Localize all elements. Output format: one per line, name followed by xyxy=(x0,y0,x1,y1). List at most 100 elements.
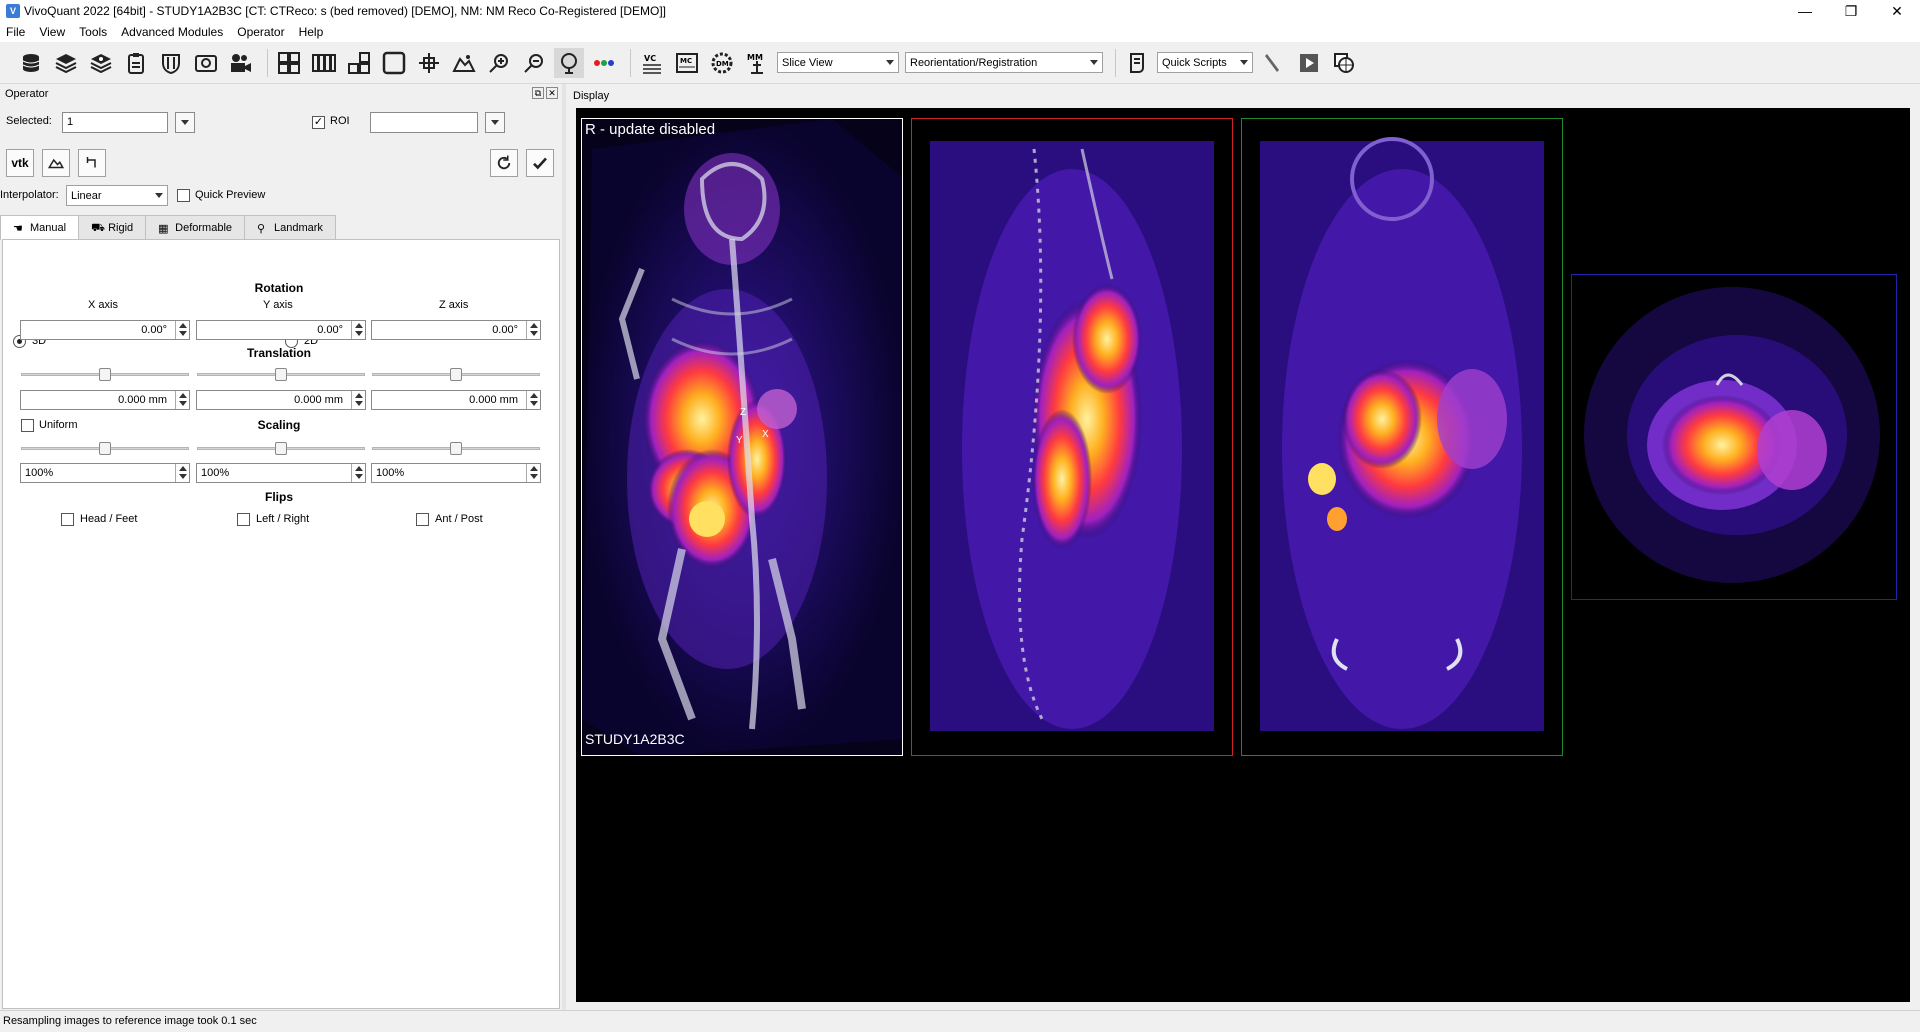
quick-scripts-select[interactable]: Quick Scripts xyxy=(1157,52,1253,73)
crosshair-icon[interactable] xyxy=(414,48,444,78)
close-button[interactable]: ✕ xyxy=(1874,0,1920,22)
spin-arrows-icon[interactable] xyxy=(351,321,365,339)
spin-arrows-icon[interactable] xyxy=(175,391,189,409)
rotation-z-spinbox[interactable]: 0.00° xyxy=(371,320,541,340)
colors-icon[interactable] xyxy=(589,48,619,78)
selected-field[interactable]: 1 xyxy=(62,112,168,133)
spin-arrows-icon[interactable] xyxy=(351,391,365,409)
roi-checkbox[interactable]: ✓ xyxy=(312,116,325,129)
reslice-button[interactable] xyxy=(42,149,70,177)
mc-icon[interactable]: MC xyxy=(672,48,702,78)
translation-z-slider[interactable] xyxy=(372,441,540,455)
grid-columns-icon[interactable] xyxy=(309,48,339,78)
rotation-y-spinbox[interactable]: 0.00° xyxy=(196,320,366,340)
scaling-x-spinbox[interactable]: 100% xyxy=(20,463,190,483)
grid-mixed-icon[interactable] xyxy=(344,48,374,78)
play-icon[interactable] xyxy=(1294,48,1324,78)
rotation-z-slider[interactable] xyxy=(372,367,540,381)
translation-x-spinbox[interactable]: 0.000 mm xyxy=(20,390,190,410)
zoom-in-icon[interactable] xyxy=(484,48,514,78)
view-mode-select[interactable]: Slice View xyxy=(777,52,899,73)
single-view-icon[interactable] xyxy=(379,48,409,78)
tab-manual[interactable]: ☚ Manual xyxy=(0,215,80,240)
scaling-y-spinbox[interactable]: 100% xyxy=(196,463,366,483)
selected-dropdown-button[interactable] xyxy=(175,112,195,133)
grid-4-icon[interactable] xyxy=(274,48,304,78)
rotation-x-slider[interactable] xyxy=(21,367,189,381)
menu-view[interactable]: View xyxy=(39,25,65,39)
reset-button[interactable] xyxy=(490,149,518,177)
menu-advanced-modules[interactable]: Advanced Modules xyxy=(121,25,223,39)
tab-rigid[interactable]: ⛟ Rigid xyxy=(78,215,147,239)
layers-icon[interactable] xyxy=(51,48,81,78)
rotation-z-value: 0.00° xyxy=(492,324,518,336)
database-icon[interactable] xyxy=(16,48,46,78)
slider-thumb[interactable] xyxy=(450,442,462,455)
flip-ant-post-checkbox[interactable] xyxy=(416,513,429,526)
spin-arrows-icon[interactable] xyxy=(526,391,540,409)
axis-label-y: Y xyxy=(736,435,743,446)
translation-z-spinbox[interactable]: 0.000 mm xyxy=(371,390,541,410)
reslice-icon xyxy=(47,158,65,169)
menu-help[interactable]: Help xyxy=(299,25,324,39)
quick-preview-checkbox[interactable] xyxy=(177,189,190,202)
vtk-button[interactable]: vtk xyxy=(6,149,34,177)
menu-tools[interactable]: Tools xyxy=(79,25,107,39)
slider-thumb[interactable] xyxy=(99,368,111,381)
mask-icon[interactable] xyxy=(156,48,186,78)
undo-transform-button[interactable] xyxy=(78,149,106,177)
translation-x-slider[interactable] xyxy=(21,441,189,455)
menu-file[interactable]: File xyxy=(6,25,25,39)
tab-deformable[interactable]: ▦ Deformable xyxy=(145,215,246,239)
spin-arrows-icon[interactable] xyxy=(351,464,365,482)
panel-splitter[interactable] xyxy=(562,84,566,1010)
viewport-coronal[interactable] xyxy=(1241,118,1563,756)
display-label: Display xyxy=(573,90,610,102)
close-panel-button[interactable]: ✕ xyxy=(546,87,558,99)
spin-arrows-icon[interactable] xyxy=(526,321,540,339)
viewport-sagittal[interactable] xyxy=(911,118,1233,756)
slider-thumb[interactable] xyxy=(275,442,287,455)
camera-icon[interactable] xyxy=(226,48,256,78)
script-icon[interactable] xyxy=(1122,48,1152,78)
screenshot-icon[interactable] xyxy=(191,48,221,78)
flip-left-right-checkbox[interactable] xyxy=(237,513,250,526)
scaling-z-spinbox[interactable]: 100% xyxy=(371,463,541,483)
axis-label-x: X xyxy=(762,429,769,440)
translation-y-value: 0.000 mm xyxy=(294,394,343,406)
rotation-y-slider[interactable] xyxy=(197,367,365,381)
clipboard-icon[interactable] xyxy=(121,48,151,78)
interpolator-select[interactable]: Linear xyxy=(66,185,168,206)
translation-y-slider[interactable] xyxy=(197,441,365,455)
roi-field[interactable] xyxy=(370,112,478,133)
rotation-x-spinbox[interactable]: 0.00° xyxy=(20,320,190,340)
pen-icon[interactable] xyxy=(1259,48,1289,78)
slider-thumb[interactable] xyxy=(275,368,287,381)
minimize-button[interactable]: — xyxy=(1782,0,1828,22)
slider-thumb[interactable] xyxy=(450,368,462,381)
layers-add-icon[interactable] xyxy=(86,48,116,78)
dm-icon[interactable]: DM xyxy=(707,48,737,78)
float-panel-button[interactable]: ⧉ xyxy=(532,87,544,99)
translation-y-spinbox[interactable]: 0.000 mm xyxy=(196,390,366,410)
tab-landmark[interactable]: ⚲ Landmark xyxy=(244,215,336,239)
slider-thumb[interactable] xyxy=(99,442,111,455)
roi-dropdown-button[interactable] xyxy=(485,112,505,133)
spin-arrows-icon[interactable] xyxy=(175,321,189,339)
spin-arrows-icon[interactable] xyxy=(175,464,189,482)
flythrough-icon[interactable] xyxy=(449,48,479,78)
apply-button[interactable] xyxy=(526,149,554,177)
zoom-out-icon[interactable] xyxy=(519,48,549,78)
pan-icon[interactable] xyxy=(554,47,584,78)
viewport-axial[interactable] xyxy=(1571,274,1897,600)
module-select[interactable]: Reorientation/Registration xyxy=(905,52,1103,73)
vc-icon[interactable]: VC xyxy=(637,48,667,78)
globe-icon[interactable] xyxy=(1329,48,1359,78)
flip-head-feet-checkbox[interactable] xyxy=(61,513,74,526)
viewport-3d[interactable]: R - update disabled STUDY1A2B3C Z Y X xyxy=(581,118,903,756)
menu-operator[interactable]: Operator xyxy=(237,25,284,39)
mm-icon[interactable]: MM xyxy=(742,48,772,78)
uniform-checkbox[interactable] xyxy=(21,419,34,432)
restore-button[interactable]: ❐ xyxy=(1828,0,1874,22)
spin-arrows-icon[interactable] xyxy=(526,464,540,482)
